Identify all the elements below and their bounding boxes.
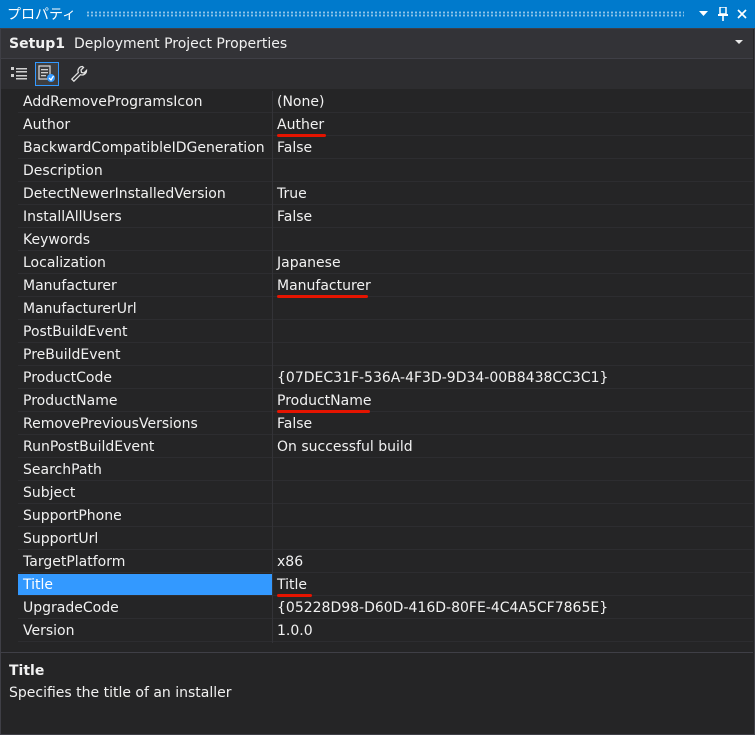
- property-name[interactable]: Title: [18, 574, 272, 596]
- property-value[interactable]: False: [273, 137, 753, 159]
- property-row[interactable]: Description: [1, 160, 753, 183]
- property-row[interactable]: PreBuildEvent: [1, 344, 753, 367]
- property-row[interactable]: Keywords: [1, 229, 753, 252]
- property-name[interactable]: AddRemoveProgramsIcon: [18, 91, 272, 113]
- property-row[interactable]: SupportPhone: [1, 505, 753, 528]
- pin-icon[interactable]: [713, 4, 732, 24]
- wrench-icon[interactable]: [67, 62, 91, 86]
- property-row[interactable]: BackwardCompatibleIDGeneration False: [1, 137, 753, 160]
- property-value[interactable]: Auther: [273, 114, 753, 136]
- property-value[interactable]: Manufacturer: [273, 275, 753, 297]
- property-name[interactable]: SearchPath: [18, 459, 272, 481]
- property-name[interactable]: SupportPhone: [18, 505, 272, 527]
- property-name[interactable]: RemovePreviousVersions: [18, 413, 272, 435]
- property-name[interactable]: Localization: [18, 252, 272, 274]
- property-row[interactable]: SupportUrl: [1, 528, 753, 551]
- property-value[interactable]: False: [273, 413, 753, 435]
- property-value[interactable]: Japanese: [273, 252, 753, 274]
- object-selector[interactable]: Setup1 Deployment Project Properties: [1, 29, 753, 59]
- property-name[interactable]: Manufacturer: [18, 275, 272, 297]
- property-row[interactable]: Author Auther: [1, 114, 753, 137]
- property-name[interactable]: Description: [18, 160, 272, 182]
- property-name[interactable]: PostBuildEvent: [18, 321, 272, 343]
- property-name[interactable]: SupportUrl: [18, 528, 272, 550]
- categorized-icon[interactable]: [7, 62, 31, 86]
- property-name[interactable]: Subject: [18, 482, 272, 504]
- property-row[interactable]: RemovePreviousVersions False: [1, 413, 753, 436]
- object-type: Deployment Project Properties: [74, 35, 288, 52]
- annotation-underline: [277, 410, 370, 413]
- object-name: Setup1: [9, 35, 65, 52]
- property-value[interactable]: Title: [273, 574, 753, 596]
- title-bar: プロパティ: [0, 0, 755, 28]
- property-name[interactable]: PreBuildEvent: [18, 344, 272, 366]
- property-value[interactable]: {07DEC31F-536A-4F3D-9D34-00B8438CC3C1}: [273, 367, 753, 389]
- property-name[interactable]: TargetPlatform: [18, 551, 272, 573]
- properties-toolbar: [1, 59, 753, 89]
- property-row[interactable]: DetectNewerInstalledVersion True: [1, 183, 753, 206]
- property-value[interactable]: [273, 160, 753, 182]
- property-name[interactable]: ProductCode: [18, 367, 272, 389]
- property-row[interactable]: InstallAllUsers False: [1, 206, 753, 229]
- property-row[interactable]: Title Title: [1, 574, 753, 597]
- property-row[interactable]: ManufacturerUrl: [1, 298, 753, 321]
- property-value[interactable]: [273, 344, 753, 366]
- property-value[interactable]: [273, 459, 753, 481]
- property-row[interactable]: SearchPath: [1, 459, 753, 482]
- property-value[interactable]: [273, 298, 753, 320]
- property-row[interactable]: Subject: [1, 482, 753, 505]
- chevron-down-icon[interactable]: [694, 4, 713, 24]
- annotation-underline: [277, 295, 368, 298]
- property-name[interactable]: BackwardCompatibleIDGeneration: [18, 137, 272, 159]
- description-pane: Title Specifies the title of an installe…: [1, 652, 753, 735]
- chevron-down-icon[interactable]: [735, 40, 743, 44]
- property-grid: AddRemoveProgramsIcon (None) Author Auther B…: [1, 90, 753, 651]
- property-value[interactable]: ProductName: [273, 390, 753, 412]
- property-name[interactable]: Version: [18, 620, 272, 642]
- property-value[interactable]: {05228D98-D60D-416D-80FE-4C4A5CF7865E}: [273, 597, 753, 619]
- property-value[interactable]: [273, 505, 753, 527]
- property-row[interactable]: RunPostBuildEvent On successful build: [1, 436, 753, 459]
- property-name[interactable]: UpgradeCode: [18, 597, 272, 619]
- property-row[interactable]: Localization Japanese: [1, 252, 753, 275]
- description-title: Title: [9, 663, 45, 679]
- property-row[interactable]: ProductCode {07DEC31F-536A-4F3D-9D34-00B8…: [1, 367, 753, 390]
- property-value[interactable]: [273, 229, 753, 251]
- property-row[interactable]: PostBuildEvent: [1, 321, 753, 344]
- annotation-underline: [277, 594, 312, 597]
- property-name[interactable]: ProductName: [18, 390, 272, 412]
- property-name[interactable]: RunPostBuildEvent: [18, 436, 272, 458]
- property-row[interactable]: TargetPlatform x86: [1, 551, 753, 574]
- property-value[interactable]: False: [273, 206, 753, 228]
- property-value[interactable]: x86: [273, 551, 753, 573]
- property-row[interactable]: AddRemoveProgramsIcon (None): [1, 91, 753, 114]
- property-name[interactable]: Keywords: [18, 229, 272, 251]
- property-value[interactable]: True: [273, 183, 753, 205]
- property-value[interactable]: [273, 482, 753, 504]
- property-row[interactable]: Version 1.0.0: [1, 620, 753, 643]
- property-value[interactable]: [273, 528, 753, 550]
- window-title: プロパティ: [7, 7, 77, 23]
- property-value[interactable]: On successful build: [273, 436, 753, 458]
- property-row[interactable]: UpgradeCode {05228D98-D60D-416D-80FE-4C4A…: [1, 597, 753, 620]
- description-text: Specifies the title of an installer: [9, 685, 232, 701]
- property-name[interactable]: DetectNewerInstalledVersion: [18, 183, 272, 205]
- title-bar-grip[interactable]: [86, 11, 684, 17]
- close-icon[interactable]: [732, 4, 751, 24]
- property-name[interactable]: ManufacturerUrl: [18, 298, 272, 320]
- property-value[interactable]: (None): [273, 91, 753, 113]
- annotation-underline: [277, 134, 326, 137]
- property-row[interactable]: Manufacturer Manufacturer: [1, 275, 753, 298]
- property-pages-icon[interactable]: [35, 62, 59, 86]
- property-value[interactable]: 1.0.0: [273, 620, 753, 642]
- property-name[interactable]: Author: [18, 114, 272, 136]
- property-name[interactable]: InstallAllUsers: [18, 206, 272, 228]
- property-row[interactable]: ProductName ProductName: [1, 390, 753, 413]
- property-value[interactable]: [273, 321, 753, 343]
